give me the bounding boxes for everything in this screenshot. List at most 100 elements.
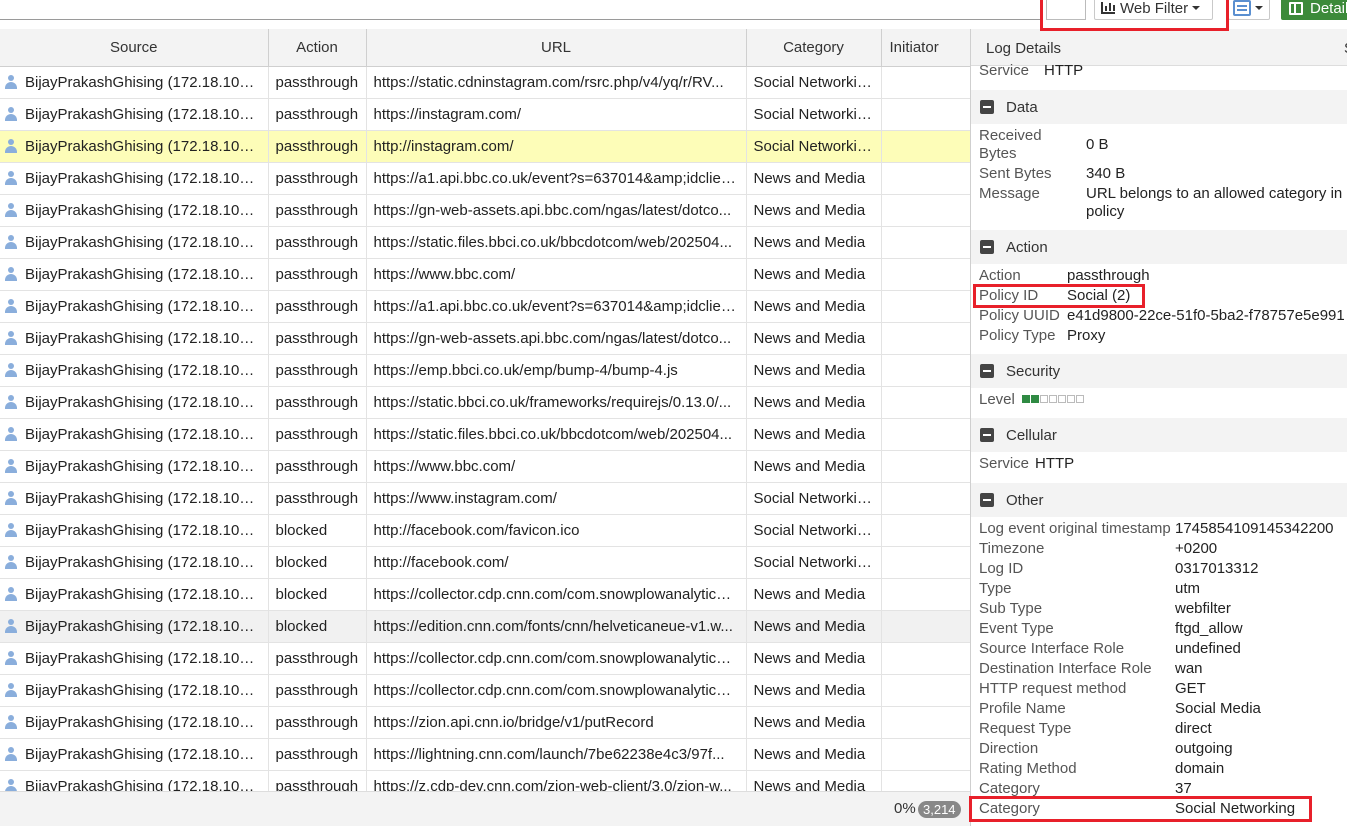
cell-category: Social Networking: [746, 546, 882, 579]
detail-value: 37: [1175, 780, 1192, 797]
level-block: [1067, 395, 1075, 403]
table-row[interactable]: BijayPrakashGhising (172.18.100.2) passth…: [0, 482, 970, 515]
cell-source: BijayPrakashGhising (172.18.100.2): [0, 674, 269, 707]
collapse-icon[interactable]: [980, 100, 994, 114]
bar-chart-icon: [1101, 2, 1115, 14]
cell-category: News and Media: [746, 290, 882, 323]
cell-action: passthrough: [268, 162, 367, 195]
cell-initiator: [881, 770, 970, 791]
cell-action: passthrough: [268, 226, 367, 259]
collapse-icon[interactable]: [980, 364, 994, 378]
collapse-icon[interactable]: [980, 428, 994, 442]
cell-url: https://instagram.com/: [366, 98, 747, 131]
source-text: BijayPrakashGhising (172.18.100.2): [25, 649, 266, 667]
collapse-icon[interactable]: [980, 493, 994, 507]
cell-url: https://collector.cdp.cnn.com/com.snowpl…: [366, 642, 747, 675]
table-row[interactable]: BijayPrakashGhising (172.18.100.2) blocke…: [0, 546, 970, 579]
cell-url: https://static.files.bbci.co.uk/bbcdotco…: [366, 418, 747, 451]
table-row[interactable]: BijayPrakashGhising (172.18.100.2) passth…: [0, 290, 970, 323]
detail-label: Log event original timestamp: [979, 520, 1171, 537]
source-text: BijayPrakashGhising (172.18.100.2): [25, 393, 266, 411]
cell-source: BijayPrakashGhising (172.18.100.2): [0, 258, 269, 291]
table-row[interactable]: BijayPrakashGhising (172.18.100.2) passth…: [0, 738, 970, 771]
table-row[interactable]: BijayPrakashGhising (172.18.100.2) passth…: [0, 450, 970, 483]
column-header-category[interactable]: Category: [746, 29, 882, 67]
table-row[interactable]: BijayPrakashGhising (172.18.100.2) blocke…: [0, 514, 970, 547]
table-row[interactable]: BijayPrakashGhising (172.18.100.2) passth…: [0, 98, 970, 131]
view-options-dropdown[interactable]: [1228, 0, 1270, 20]
cell-action: passthrough: [268, 354, 367, 387]
table-row[interactable]: BijayPrakashGhising (172.18.100.2) passth…: [0, 162, 970, 195]
cell-initiator: [881, 738, 970, 771]
source-text: BijayPrakashGhising (172.18.100.2): [25, 681, 266, 699]
user-icon: [5, 298, 17, 313]
panel-title: Log Details: [986, 40, 1062, 57]
column-header-source[interactable]: Source: [0, 29, 269, 67]
cell-initiator: [881, 322, 970, 355]
user-icon: [5, 746, 17, 761]
search-input[interactable]: [1046, 0, 1086, 20]
source-text: BijayPrakashGhising (172.18.100.2): [25, 265, 266, 283]
section-security[interactable]: Security: [971, 354, 1347, 388]
collapse-icon[interactable]: [980, 240, 994, 254]
table-row[interactable]: BijayPrakashGhising (172.18.100.2) passth…: [0, 322, 970, 355]
table-row[interactable]: BijayPrakashGhising (172.18.100.2) passth…: [0, 354, 970, 387]
cell-source: BijayPrakashGhising (172.18.100.2): [0, 546, 269, 579]
web-filter-dropdown[interactable]: Web Filter: [1094, 0, 1213, 20]
source-text: BijayPrakashGhising (172.18.100.2): [25, 169, 266, 187]
table-row[interactable]: BijayPrakashGhising (172.18.100.2) passth…: [0, 770, 970, 791]
cell-initiator: [881, 258, 970, 291]
user-icon: [5, 522, 17, 537]
table-row[interactable]: BijayPrakashGhising (172.18.100.2) passth…: [0, 130, 970, 163]
column-header-url[interactable]: URL: [366, 29, 747, 67]
cell-action: passthrough: [268, 66, 367, 99]
table-row[interactable]: BijayPrakashGhising (172.18.100.2) passth…: [0, 226, 970, 259]
user-icon: [5, 490, 17, 505]
column-header-initiator[interactable]: Initiator: [881, 29, 970, 67]
level-block: [1022, 395, 1030, 403]
cell-action: blocked: [268, 610, 367, 643]
table-row[interactable]: BijayPrakashGhising (172.18.100.2) passth…: [0, 66, 970, 99]
table-row[interactable]: BijayPrakashGhising (172.18.100.2) passth…: [0, 642, 970, 675]
cell-initiator: [881, 482, 970, 515]
level-block: [1049, 395, 1057, 403]
table-row[interactable]: BijayPrakashGhising (172.18.100.2) blocke…: [0, 610, 970, 643]
cell-initiator: [881, 674, 970, 707]
cell-source: BijayPrakashGhising (172.18.100.2): [0, 98, 269, 131]
cell-url: https://gn-web-assets.api.bbc.com/ngas/l…: [366, 322, 747, 355]
cell-category: Social Networking: [746, 66, 882, 99]
section-data[interactable]: Data: [971, 90, 1347, 124]
table-row[interactable]: BijayPrakashGhising (172.18.100.2) passth…: [0, 386, 970, 419]
level-block: [1031, 395, 1039, 403]
user-icon: [5, 778, 17, 791]
policy-type-label: Policy Type: [979, 327, 1056, 344]
section-title: Cellular: [1006, 427, 1057, 444]
details-button[interactable]: Details: [1281, 0, 1347, 20]
cell-category: News and Media: [746, 706, 882, 739]
level-block: [1040, 395, 1048, 403]
cell-source: BijayPrakashGhising (172.18.100.2): [0, 354, 269, 387]
table-row[interactable]: BijayPrakashGhising (172.18.100.2) passth…: [0, 674, 970, 707]
action-label: Action: [979, 267, 1021, 284]
details-label: Details: [1310, 0, 1347, 17]
table-row[interactable]: BijayPrakashGhising (172.18.100.2) passth…: [0, 418, 970, 451]
detail-label: Event Type: [979, 620, 1054, 637]
policy-type-value: Proxy: [1067, 327, 1106, 344]
cell-action: passthrough: [268, 194, 367, 227]
table-row[interactable]: BijayPrakashGhising (172.18.100.2) passth…: [0, 706, 970, 739]
table-row[interactable]: BijayPrakashGhising (172.18.100.2) passth…: [0, 258, 970, 291]
detail-value: outgoing: [1175, 740, 1233, 757]
cell-source: BijayPrakashGhising (172.18.100.2): [0, 770, 269, 791]
section-cellular[interactable]: Cellular: [971, 418, 1347, 452]
detail-label: Direction: [979, 740, 1039, 757]
section-action[interactable]: Action: [971, 230, 1347, 264]
cell-url: https://static.files.bbci.co.uk/bbcdotco…: [366, 226, 747, 259]
user-icon: [5, 682, 17, 697]
table-row[interactable]: BijayPrakashGhising (172.18.100.2) passth…: [0, 194, 970, 227]
cell-source: BijayPrakashGhising (172.18.100.2): [0, 418, 269, 451]
level-block: [1076, 395, 1084, 403]
column-header-action[interactable]: Action: [268, 29, 367, 67]
table-row[interactable]: BijayPrakashGhising (172.18.100.2) blocke…: [0, 578, 970, 611]
source-text: BijayPrakashGhising (172.18.100.2): [25, 457, 266, 475]
section-other[interactable]: Other: [971, 483, 1347, 517]
